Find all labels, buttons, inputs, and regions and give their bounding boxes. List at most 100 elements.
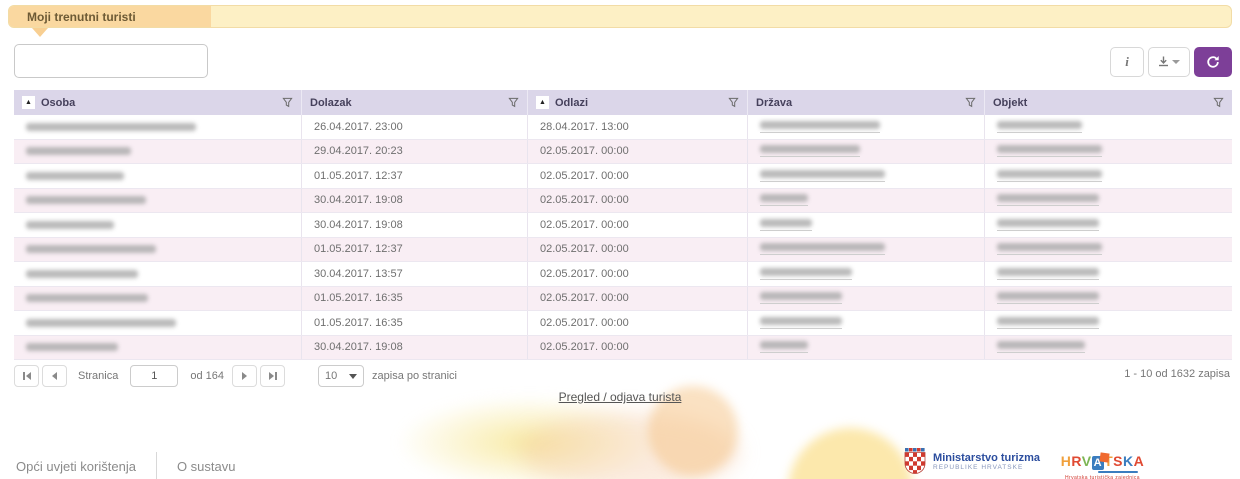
page-size-select[interactable]: 10 (318, 365, 364, 387)
redacted-country-link[interactable] (760, 145, 860, 157)
next-page-button[interactable] (232, 365, 257, 387)
table-row[interactable]: 29.04.2017. 20:2302.05.2017. 00:00 (14, 140, 1232, 165)
redacted-object-link[interactable] (997, 219, 1099, 231)
redacted-person-link[interactable] (26, 245, 156, 253)
redacted-text (997, 194, 1099, 202)
toolbar-buttons: i (1110, 47, 1232, 77)
table-row[interactable]: 30.04.2017. 19:0802.05.2017. 00:00 (14, 213, 1232, 238)
tab-title: Moji trenutni turisti (9, 10, 136, 24)
redacted-object-link[interactable] (997, 194, 1099, 206)
filter-icon[interactable] (282, 97, 293, 108)
cell-osoba (14, 140, 302, 164)
redacted-text (760, 268, 852, 276)
column-header-osoba[interactable]: ▲ Osoba (14, 90, 302, 115)
page-number-input[interactable] (130, 365, 178, 387)
table-row[interactable]: 01.05.2017. 12:3702.05.2017. 00:00 (14, 164, 1232, 189)
redacted-object-link[interactable] (997, 341, 1085, 353)
info-button[interactable]: i (1110, 47, 1144, 77)
ministry-of-tourism-logo: Ministarstvo turizma REPUBLIKE HRVATSKE (904, 448, 1040, 475)
cell-osoba (14, 336, 302, 360)
redacted-text (997, 268, 1099, 276)
per-page-label: zapisa po stranici (372, 370, 457, 382)
tab-moji-trenutni-turisti[interactable]: Moji trenutni turisti (9, 6, 211, 27)
redacted-person-link[interactable] (26, 343, 118, 351)
redacted-country-link[interactable] (760, 292, 842, 304)
table-row[interactable]: 26.04.2017. 23:0028.04.2017. 13:00 (14, 115, 1232, 140)
column-label: Objekt (993, 97, 1027, 109)
redacted-country-link[interactable] (760, 341, 808, 353)
previous-page-button[interactable] (42, 365, 67, 387)
filter-icon[interactable] (965, 97, 976, 108)
column-header-odlazi[interactable]: ▲ Odlazi (528, 90, 748, 115)
column-header-dolazak[interactable]: Dolazak (302, 90, 528, 115)
cell-drzava (748, 189, 985, 213)
cell-drzava (748, 115, 985, 139)
search-input[interactable] (14, 44, 208, 78)
redacted-object-link[interactable] (997, 145, 1102, 157)
cell-objekt (985, 311, 1232, 335)
htz-wordmark: HRVATSKA (1060, 454, 1145, 470)
redacted-person-link[interactable] (26, 294, 148, 302)
redacted-object-link[interactable] (997, 292, 1099, 304)
redacted-text (997, 341, 1085, 349)
last-page-button[interactable] (260, 365, 285, 387)
redacted-text (760, 292, 842, 300)
pregled-odjava-turista-link[interactable]: Pregled / odjava turista (559, 390, 682, 404)
table-row[interactable]: 30.04.2017. 13:5702.05.2017. 00:00 (14, 262, 1232, 287)
filter-icon[interactable] (1213, 97, 1224, 108)
about-system-link[interactable]: O sustavu (177, 459, 236, 474)
arrival-date: 30.04.2017. 19:08 (302, 189, 528, 213)
redacted-country-link[interactable] (760, 219, 812, 231)
page-label: Stranica (78, 370, 118, 382)
redacted-person-link[interactable] (26, 319, 176, 327)
htz-orange-square-icon (1099, 452, 1109, 462)
export-button[interactable] (1148, 47, 1190, 77)
first-page-button[interactable] (14, 365, 39, 387)
table-row[interactable]: 01.05.2017. 16:3502.05.2017. 00:00 (14, 311, 1232, 336)
redacted-person-link[interactable] (26, 270, 138, 278)
cell-osoba (14, 262, 302, 286)
cell-osoba (14, 311, 302, 335)
redacted-object-link[interactable] (997, 170, 1102, 182)
redacted-object-link[interactable] (997, 317, 1099, 329)
table-header-row: ▲ Osoba Dolazak ▲ Odlazi Država (14, 90, 1232, 115)
redacted-person-link[interactable] (26, 123, 196, 131)
redacted-person-link[interactable] (26, 221, 114, 229)
refresh-button[interactable] (1194, 47, 1232, 77)
redacted-country-link[interactable] (760, 121, 880, 133)
redacted-person-link[interactable] (26, 172, 124, 180)
redacted-country-link[interactable] (760, 243, 885, 255)
pagination: Stranica od 164 10 zapisa po stranici (14, 364, 457, 388)
redacted-object-link[interactable] (997, 121, 1082, 133)
redacted-country-link[interactable] (760, 317, 842, 329)
column-label: Odlazi (555, 97, 588, 109)
redacted-country-link[interactable] (760, 268, 852, 280)
table-row[interactable]: 30.04.2017. 19:0802.05.2017. 00:00 (14, 189, 1232, 214)
redacted-country-link[interactable] (760, 170, 885, 182)
htz-subtitle: Hrvatska turistička zajednica (1060, 475, 1145, 479)
redacted-object-link[interactable] (997, 268, 1099, 280)
table-body: 26.04.2017. 23:0028.04.2017. 13:0029.04.… (14, 115, 1232, 360)
chevron-down-icon (349, 374, 357, 379)
redacted-person-link[interactable] (26, 196, 146, 204)
cell-objekt (985, 213, 1232, 237)
cell-objekt (985, 336, 1232, 360)
info-icon: i (1125, 54, 1129, 70)
filter-icon[interactable] (728, 97, 739, 108)
table-row[interactable]: 30.04.2017. 19:0802.05.2017. 00:00 (14, 336, 1232, 361)
filter-icon[interactable] (508, 97, 519, 108)
arrival-date: 01.05.2017. 16:35 (302, 287, 528, 311)
cell-objekt (985, 189, 1232, 213)
redacted-country-link[interactable] (760, 194, 808, 206)
table-row[interactable]: 01.05.2017. 16:3502.05.2017. 00:00 (14, 287, 1232, 312)
redacted-object-link[interactable] (997, 243, 1102, 255)
footer: Opći uvjeti korištenja O sustavu (0, 440, 1240, 479)
departure-date: 02.05.2017. 00:00 (528, 287, 748, 311)
column-header-drzava[interactable]: Država (748, 90, 985, 115)
terms-of-use-link[interactable]: Opći uvjeti korištenja (16, 459, 136, 474)
column-header-objekt[interactable]: Objekt (985, 90, 1232, 115)
arrival-date: 29.04.2017. 20:23 (302, 140, 528, 164)
redacted-text (760, 121, 880, 129)
redacted-person-link[interactable] (26, 147, 131, 155)
table-row[interactable]: 01.05.2017. 12:3702.05.2017. 00:00 (14, 238, 1232, 263)
